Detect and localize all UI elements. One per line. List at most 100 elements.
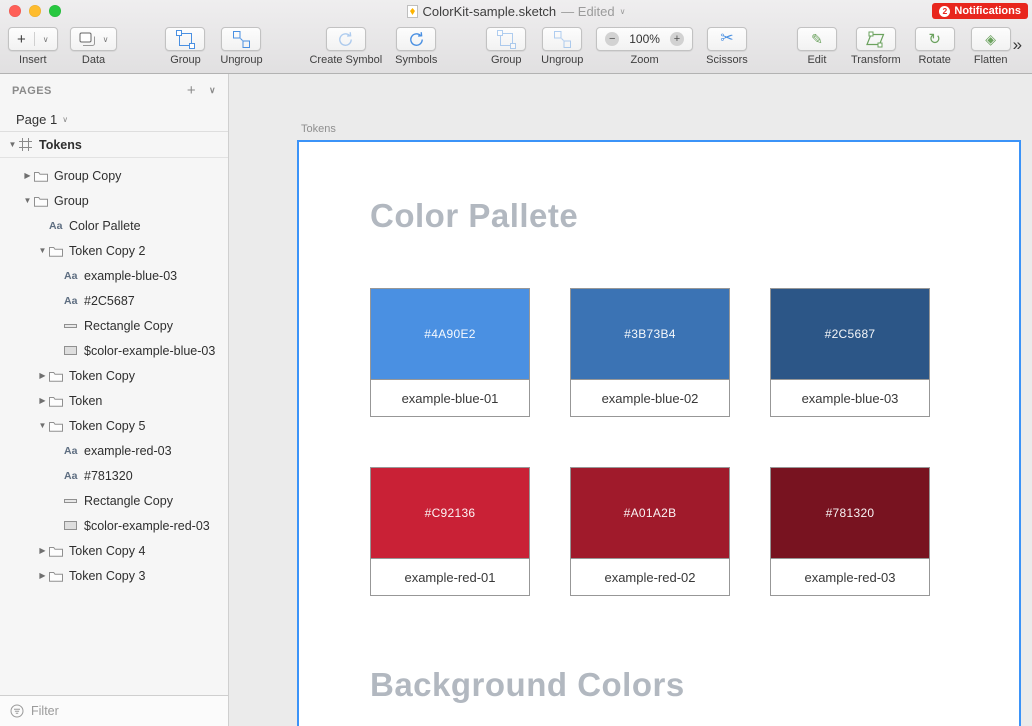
layer-row-token-copy-4[interactable]: ▶ Token Copy 4 — [0, 538, 228, 563]
pages-title: PAGES — [12, 84, 52, 97]
layer-row-2c5687[interactable]: Aa #2C5687 — [0, 288, 228, 313]
swatch-example-blue-03[interactable]: #2C5687 example-blue-03 — [770, 288, 930, 417]
minimize-button[interactable] — [29, 5, 41, 17]
traffic-lights — [9, 5, 61, 17]
disclosure-open-icon[interactable]: ▼ — [36, 421, 49, 430]
layer-row-example-red-03[interactable]: Aa example-red-03 — [0, 438, 228, 463]
flatten-icon[interactable]: ◈ — [970, 27, 1011, 51]
artboard-tokens[interactable]: Color Pallete #4A90E2 example-blue-01 #3B7… — [297, 140, 1021, 726]
titlebar[interactable]: ColorKit-sample.sketch — Edited ∨ 2 Noti… — [0, 0, 1032, 22]
disclosure-open-icon[interactable]: ▼ — [21, 196, 34, 205]
swatch-example-red-02[interactable]: #A01A2B example-red-02 — [570, 467, 730, 596]
layer-row-token-copy-3[interactable]: ▶ Token Copy 3 — [0, 563, 228, 588]
toolbar-label: Zoom — [630, 54, 659, 66]
notification-label: Notifications — [954, 5, 1021, 17]
ungroup-icon[interactable] — [221, 27, 262, 51]
swatch-hex-value: #3B73B4 — [624, 327, 676, 341]
swatch-example-blue-01[interactable]: #4A90E2 example-blue-01 — [370, 288, 530, 417]
toolbar-button-data[interactable]: ∨ Data — [69, 27, 118, 66]
toolbar-button-create-symbol[interactable]: Create Symbol — [309, 27, 382, 66]
layer-row-group-copy[interactable]: ▶ Group Copy — [0, 163, 228, 188]
toolbar-button-flatten[interactable]: ◈ Flatten — [969, 27, 1013, 66]
text-layer-icon: Aa — [64, 269, 78, 282]
add-page-button[interactable]: + — [187, 82, 196, 99]
fullscreen-button[interactable] — [49, 5, 61, 17]
ungroup-icon[interactable] — [542, 27, 583, 51]
create-symbol-icon[interactable] — [325, 27, 366, 51]
folder-layer-icon — [49, 245, 69, 257]
background-heading: Background Colors — [370, 666, 685, 703]
layer-row-token-copy[interactable]: ▶ Token Copy — [0, 363, 228, 388]
disclosure-closed-icon[interactable]: ▶ — [36, 546, 49, 555]
layer-row-rectangle-copy[interactable]: Rectangle Copy — [0, 488, 228, 513]
toolbar-label: Scissors — [706, 54, 748, 66]
swatch-rows: #4A90E2 example-blue-01 #3B73B4 example-blu… — [370, 288, 930, 596]
document-name: ColorKit-sample.sketch — [422, 3, 557, 19]
layer-row-group[interactable]: ▼ Group — [0, 188, 228, 213]
layer-row-color-example-blue-03[interactable]: $color-example-blue-03 — [0, 338, 228, 363]
toolbar-button-transform[interactable]: Transform — [851, 27, 901, 66]
disclosure-closed-icon[interactable]: ▶ — [36, 396, 49, 405]
group-icon[interactable] — [165, 27, 206, 51]
toolbar-button-edit[interactable]: ✎ Edit — [795, 27, 839, 66]
toolbar-button-scissors[interactable]: ✂ Scissors — [705, 27, 749, 66]
layer-row-rectangle-copy[interactable]: Rectangle Copy — [0, 313, 228, 338]
data-icon[interactable]: ∨ — [69, 27, 118, 51]
swatch-example-red-01[interactable]: #C92136 example-red-01 — [370, 467, 530, 596]
layer-row-token-copy-5[interactable]: ▼ Token Copy 5 — [0, 413, 228, 438]
toolbar-button-zoom[interactable]: −100% + Zoom — [596, 27, 693, 66]
layer-label: Token — [69, 393, 103, 408]
toolbar-button-group[interactable]: Group — [484, 27, 528, 66]
layer-row-781320[interactable]: Aa #781320 — [0, 463, 228, 488]
layer-row-token[interactable]: ▶ Token — [0, 388, 228, 413]
toolbar-button-insert[interactable]: + ∨ Insert — [8, 27, 58, 66]
insert-icon[interactable]: + ∨ — [8, 27, 58, 51]
title-chevron-icon[interactable]: ∨ — [620, 7, 626, 16]
toolbar-label: Data — [81, 54, 106, 66]
disclosure-closed-icon[interactable]: ▶ — [21, 171, 34, 180]
toolbar-button-rotate[interactable]: ↻ Rotate — [913, 27, 957, 66]
layer-label: Token Copy 5 — [69, 418, 146, 433]
close-button[interactable] — [9, 5, 21, 17]
edit-icon[interactable]: ✎ — [796, 27, 837, 51]
notifications-badge[interactable]: 2 Notifications — [932, 3, 1028, 19]
toolbar-button-symbols[interactable]: Symbols — [394, 27, 438, 66]
sketch-document-icon — [406, 4, 418, 18]
disclosure-closed-icon[interactable]: ▶ — [36, 571, 49, 580]
swatch-color-block: #781320 — [771, 468, 929, 558]
layer-row-color-pallete[interactable]: Aa Color Pallete — [0, 213, 228, 238]
pages-header: PAGES + ∨ — [0, 74, 228, 107]
scissors-icon[interactable]: ✂ — [706, 27, 747, 51]
swatch-hex-value: #781320 — [825, 506, 875, 520]
layer-label: #781320 — [84, 468, 133, 483]
toolbar-button-group[interactable]: Group — [163, 27, 207, 66]
swatch-example-red-03[interactable]: #781320 example-red-03 — [770, 467, 930, 596]
toolbar-overflow-button[interactable]: » — [1013, 35, 1024, 55]
transform-icon[interactable] — [855, 27, 896, 51]
layer-label: #2C5687 — [84, 293, 135, 308]
layer-label: example-blue-03 — [84, 268, 178, 283]
swatch-example-blue-02[interactable]: #3B73B4 example-blue-02 — [570, 288, 730, 417]
symbols-icon[interactable] — [396, 27, 437, 51]
rotate-icon[interactable]: ↻ — [914, 27, 955, 51]
page-item-page-1[interactable]: Page 1 ∨ — [0, 107, 228, 131]
edited-status: — Edited — [561, 3, 615, 19]
artboard-layer-icon — [19, 138, 39, 151]
layer-row-tokens[interactable]: ▼ Tokens — [0, 132, 228, 158]
disclosure-open-icon[interactable]: ▼ — [6, 140, 19, 149]
layer-row-color-example-red-03[interactable]: $color-example-red-03 — [0, 513, 228, 538]
disclosure-open-icon[interactable]: ▼ — [36, 246, 49, 255]
artboard-title[interactable]: Tokens — [301, 123, 336, 135]
layer-row-example-blue-03[interactable]: Aa example-blue-03 — [0, 263, 228, 288]
swatch-color-block: #C92136 — [371, 468, 529, 558]
canvas[interactable]: Tokens Color Pallete #4A90E2 example-blue… — [229, 74, 1032, 726]
zoom-icon[interactable]: −100% + — [596, 27, 693, 51]
filter-input[interactable] — [31, 704, 218, 718]
toolbar-button-ungroup[interactable]: Ungroup — [540, 27, 584, 66]
toolbar-button-ungroup[interactable]: Ungroup — [219, 27, 263, 66]
layer-row-token-copy-2[interactable]: ▼ Token Copy 2 — [0, 238, 228, 263]
group-icon[interactable] — [486, 27, 527, 51]
layer-label: Token Copy 4 — [69, 543, 146, 558]
disclosure-closed-icon[interactable]: ▶ — [36, 371, 49, 380]
pages-collapse-icon[interactable]: ∨ — [209, 85, 216, 96]
